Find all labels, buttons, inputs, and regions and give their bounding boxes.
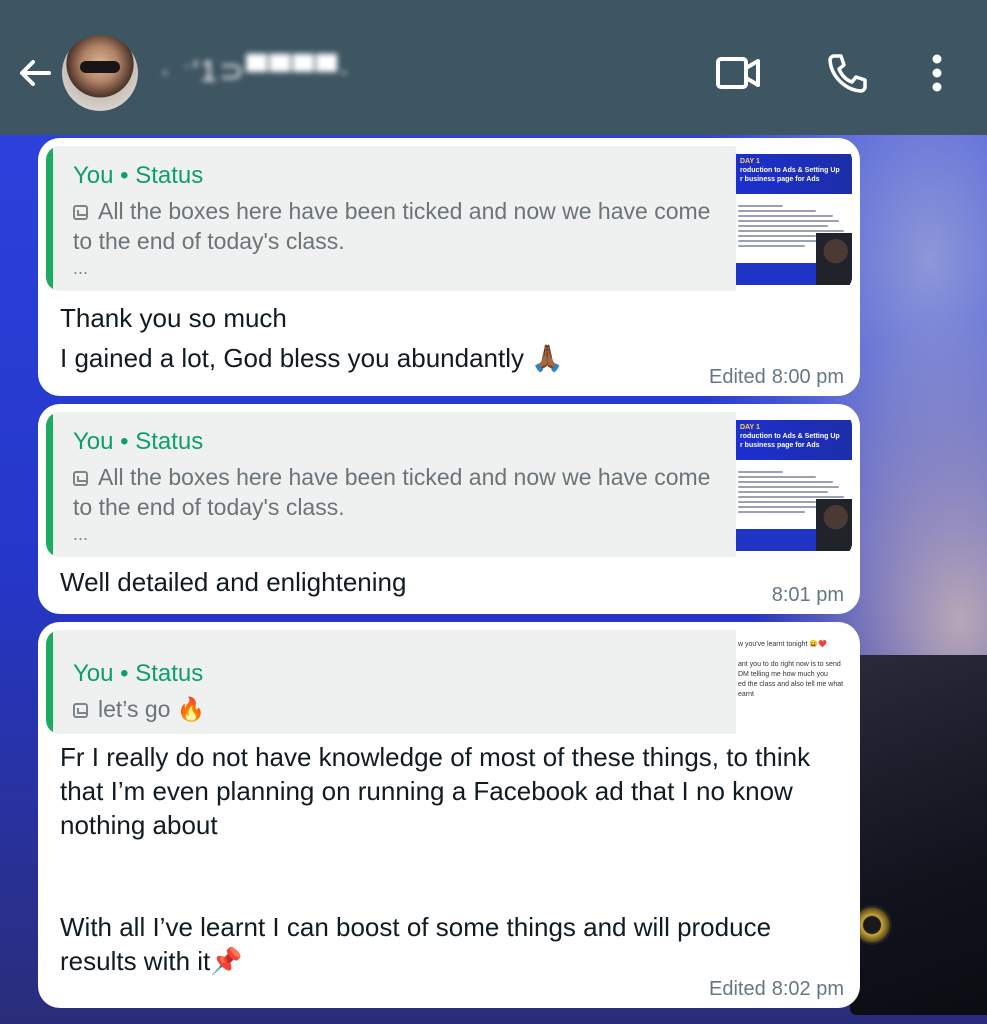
thumbnail-photo — [816, 233, 852, 285]
back-arrow-icon — [20, 60, 51, 86]
quote-author: You • Status — [73, 428, 204, 455]
message-meta: 8:01 pm — [772, 584, 844, 607]
quote-text-row: let’s go 🔥 — [73, 694, 713, 724]
thumbnail-banner: DAY 1 roduction to Ads & Setting Up r bu… — [736, 154, 852, 194]
quote-accent-bar — [46, 146, 53, 291]
more-options-button[interactable] — [912, 48, 962, 98]
image-icon — [73, 205, 88, 220]
video-call-icon — [716, 57, 760, 89]
quote-accent-bar — [46, 412, 53, 557]
contact-avatar[interactable] — [62, 35, 138, 111]
message-text: Fr I really do not have knowledge of mos… — [60, 742, 811, 976]
quoted-status[interactable]: You • Status All the boxes here have bee… — [46, 146, 852, 291]
phone-icon — [828, 54, 867, 93]
thumbnail-title: DAY 1 — [740, 424, 760, 431]
wallpaper-object — [850, 655, 987, 1015]
edited-label: Edited — [709, 978, 766, 1000]
image-icon — [73, 471, 88, 486]
message-bubble[interactable]: You • Status let’s go 🔥 w you've learnt … — [38, 622, 860, 1008]
status-thumbnail[interactable]: DAY 1 roduction to Ads & Setting Up r bu… — [736, 146, 852, 291]
quoted-status[interactable]: You • Status All the boxes here have bee… — [46, 412, 852, 557]
message-text: Thank you so much I gained a lot, God bl… — [60, 303, 564, 373]
quote-text-row: All the boxes here have been ticked and … — [73, 196, 713, 256]
back-button[interactable] — [12, 50, 58, 96]
edited-label: Edited — [709, 366, 766, 388]
quote-text-row: All the boxes here have been ticked and … — [73, 462, 713, 522]
quoted-status[interactable]: You • Status let’s go 🔥 w you've learnt … — [46, 630, 852, 734]
quote-more: ... — [73, 258, 89, 278]
contact-name[interactable]: · ˑ′1⊃▀▀▀▀· — [160, 54, 351, 94]
message-time: 8:01 pm — [771, 584, 844, 606]
quote-more: ... — [73, 524, 89, 544]
thumbnail-title: DAY 1 — [740, 158, 760, 165]
thumbnail-subtitle: roduction to Ads & Setting Up r business… — [740, 433, 840, 449]
thumbnail-photo — [816, 499, 852, 551]
message-bubble[interactable]: You • Status All the boxes here have bee… — [38, 138, 860, 396]
thumbnail-banner: DAY 1 roduction to Ads & Setting Up r bu… — [736, 420, 852, 460]
voice-call-button[interactable] — [822, 48, 872, 98]
avatar-glasses — [80, 61, 120, 73]
status-thumbnail[interactable]: w you've learnt tonight 😀❤️ ant you to d… — [736, 630, 852, 734]
quote-accent-bar — [46, 630, 53, 734]
message-time: 8:02 pm — [771, 978, 844, 1000]
message-meta: Edited 8:02 pm — [709, 978, 844, 1001]
quote-text: let’s go 🔥 — [98, 696, 206, 722]
quote-author: You • Status — [73, 660, 204, 687]
image-icon — [73, 703, 88, 718]
more-vert-icon — [932, 54, 942, 92]
status-thumbnail[interactable]: DAY 1 roduction to Ads & Setting Up r bu… — [736, 412, 852, 557]
quote-text: All the boxes here have been ticked and … — [73, 464, 711, 520]
thumbnail-text: w you've learnt tonight 😀❤️ ant you to d… — [738, 641, 844, 698]
message-text: Well detailed and enlightening — [60, 567, 407, 597]
message-meta: Edited 8:00 pm — [709, 366, 844, 389]
quote-text: All the boxes here have been ticked and … — [73, 198, 711, 254]
message-time: 8:00 pm — [771, 366, 844, 388]
thumbnail-subtitle: roduction to Ads & Setting Up r business… — [740, 167, 840, 183]
chat-header: · ˑ′1⊃▀▀▀▀· — [0, 0, 987, 135]
video-call-button[interactable] — [713, 48, 763, 98]
message-bubble[interactable]: You • Status All the boxes here have bee… — [38, 404, 860, 614]
quote-author: You • Status — [73, 162, 204, 189]
